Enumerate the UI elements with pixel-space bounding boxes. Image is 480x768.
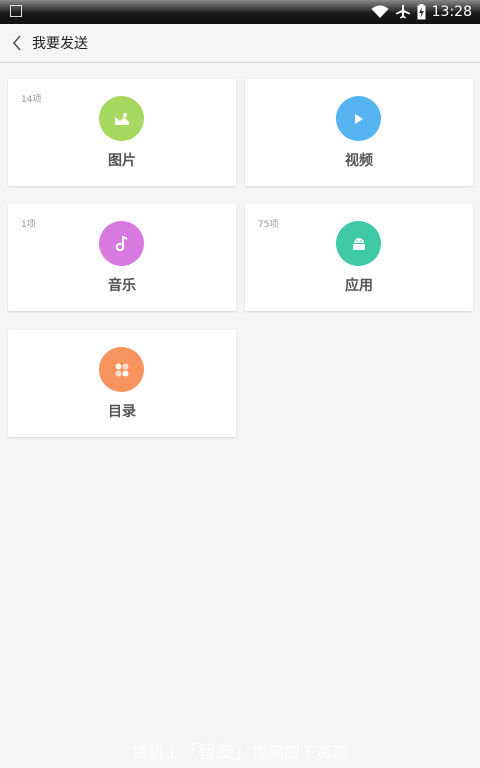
item-count: 14项 (21, 95, 42, 105)
battery-charging-icon (417, 4, 426, 20)
category-card-videos[interactable]: 视频 (245, 79, 473, 186)
category-card-apps[interactable]: 75项 应用 (245, 204, 473, 311)
page-title: 我要发送 (32, 36, 88, 52)
play-icon (336, 96, 381, 141)
wifi-icon (371, 5, 389, 19)
folder-grid-icon (99, 347, 144, 392)
music-note-icon (99, 221, 144, 266)
category-card-images[interactable]: 14项 图片 (8, 79, 236, 186)
category-label: 音乐 (108, 278, 136, 294)
airplane-icon (395, 4, 411, 20)
category-label: 目录 (108, 404, 136, 420)
back-button[interactable] (2, 24, 32, 62)
category-card-music[interactable]: 1项 音乐 (8, 204, 236, 311)
category-card-directory[interactable]: 目录 (8, 330, 236, 437)
android-icon (336, 221, 381, 266)
watermark: 搞机上「智友」提问题下资源 (131, 742, 349, 763)
status-time: 13:28 (431, 4, 472, 20)
item-count: 1项 (21, 220, 36, 230)
status-bar: 13:28 (0, 0, 480, 24)
category-label: 图片 (108, 153, 136, 169)
image-icon (99, 96, 144, 141)
item-count: 75项 (258, 220, 279, 230)
image-notification-icon (10, 5, 22, 17)
chevron-left-icon (12, 35, 21, 51)
category-label: 应用 (345, 278, 373, 294)
category-label: 视频 (345, 153, 373, 169)
title-bar: 我要发送 (0, 24, 480, 63)
